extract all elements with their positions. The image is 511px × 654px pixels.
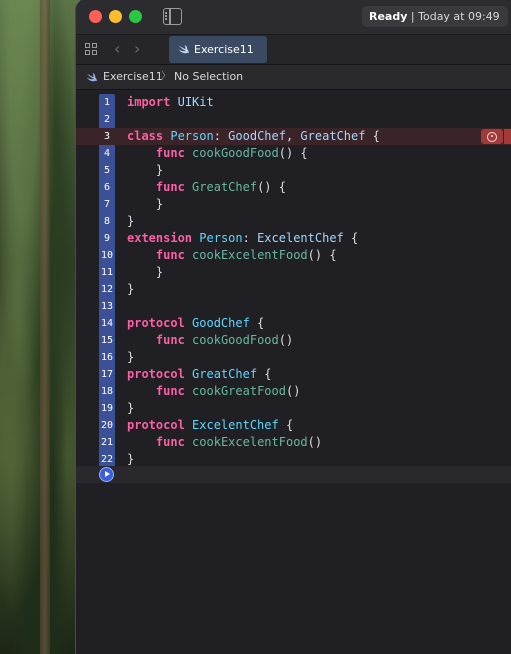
code-text[interactable]: } xyxy=(127,400,134,417)
line-number: 19 xyxy=(100,403,114,414)
code-line[interactable]: 7 } xyxy=(76,196,511,213)
code-text[interactable]: } xyxy=(127,213,134,230)
breadcrumb-chevron-icon: 〉 xyxy=(161,71,171,82)
code-line[interactable]: 10 func cookExcelentFood() { xyxy=(76,247,511,264)
status-time: Today at 09:49 xyxy=(418,10,500,23)
status-state: Ready xyxy=(369,10,408,23)
back-chevron-icon[interactable]: ‹ xyxy=(114,41,120,57)
code-text[interactable]: import UIKit xyxy=(127,94,214,111)
source-editor[interactable]: 1 import UIKit 2 3 class Person: GoodChef, G… xyxy=(76,90,511,654)
code-line[interactable]: 13 xyxy=(76,298,511,315)
line-number: 18 xyxy=(100,386,114,397)
swift-icon xyxy=(178,45,189,54)
code-text[interactable]: } xyxy=(127,196,163,213)
activity-status: Ready | Today at 09:49 xyxy=(362,6,508,27)
jump-bar: Exercise11 〉 No Selection xyxy=(76,65,511,90)
tab-label: Exercise11 xyxy=(194,43,254,56)
line-number: 3 xyxy=(103,131,111,142)
code-text[interactable]: protocol GoodChef { xyxy=(127,315,264,332)
code-text[interactable]: func GreatChef() { xyxy=(127,179,286,196)
code-line[interactable]: 17 protocol GreatChef { xyxy=(76,366,511,383)
close-window-button[interactable] xyxy=(89,10,102,23)
code-text[interactable]: extension Person: ExcelentChef { xyxy=(127,230,358,247)
line-number: 17 xyxy=(100,369,114,380)
line-number: 16 xyxy=(100,352,114,363)
tab-exercise11[interactable]: Exercise11 xyxy=(169,36,267,63)
code-line[interactable]: 20 protocol ExcelentChef { xyxy=(76,417,511,434)
minimize-window-button[interactable] xyxy=(109,10,122,23)
code-line[interactable]: 19} xyxy=(76,400,511,417)
code-line[interactable]: 14 protocol GoodChef { xyxy=(76,315,511,332)
related-items-grid-icon[interactable] xyxy=(85,43,98,56)
code-line[interactable]: 18 func cookGreatFood() xyxy=(76,383,511,400)
line-number: 11 xyxy=(100,267,114,278)
line-number: 6 xyxy=(103,182,111,193)
code-text[interactable]: func cookGreatFood() xyxy=(127,383,301,400)
forward-chevron-icon[interactable]: › xyxy=(134,41,140,57)
swift-file-icon xyxy=(86,73,97,82)
line-number: 15 xyxy=(100,335,114,346)
line-number: 10 xyxy=(100,250,114,261)
code-line[interactable]: 12} xyxy=(76,281,511,298)
line-number: 7 xyxy=(103,199,111,210)
line-number: 21 xyxy=(100,437,114,448)
run-line xyxy=(76,466,511,483)
code-line[interactable]: 6 func GreatChef() { xyxy=(76,179,511,196)
code-text[interactable]: } xyxy=(127,162,163,179)
code-text[interactable]: func cookGoodFood() { xyxy=(127,145,308,162)
code-text[interactable]: protocol GreatChef { xyxy=(127,366,272,383)
code-line[interactable]: 3 class Person: GoodChef, GreatChef { xyxy=(76,128,511,145)
code-text[interactable]: func cookGoodFood() xyxy=(127,332,293,349)
line-number: 5 xyxy=(103,165,111,176)
line-number: 12 xyxy=(100,284,114,295)
code-line[interactable]: 9 extension Person: ExcelentChef { xyxy=(76,230,511,247)
code-text[interactable]: func cookExcelentFood() xyxy=(127,434,322,451)
sidebar-toggle-icon[interactable] xyxy=(163,8,182,25)
tab-bar: ‹ › Exercise11 xyxy=(76,35,511,65)
code-text[interactable]: func cookExcelentFood() { xyxy=(127,247,337,264)
code-text[interactable]: } xyxy=(127,264,163,281)
xcode-window: Ready | Today at 09:49 ‹ › Exercise11 Ex… xyxy=(75,0,511,654)
error-marker-tail xyxy=(504,129,511,144)
code-line[interactable]: 8} xyxy=(76,213,511,230)
line-number: 13 xyxy=(100,301,114,312)
status-separator: | xyxy=(407,10,418,23)
code-text[interactable]: class Person: GoodChef, GreatChef { xyxy=(127,128,380,145)
line-number: 20 xyxy=(100,420,114,431)
line-number: 2 xyxy=(103,114,111,125)
code-line[interactable]: 11 } xyxy=(76,264,511,281)
code-line[interactable]: 21 func cookExcelentFood() xyxy=(76,434,511,451)
status-separator-char: | xyxy=(410,10,415,23)
line-number: 4 xyxy=(103,148,111,159)
code-line[interactable]: 15 func cookGoodFood() xyxy=(76,332,511,349)
line-number: 14 xyxy=(100,318,114,329)
line-number: 8 xyxy=(103,216,111,227)
line-number: 1 xyxy=(103,97,111,108)
desktop-tree-trunk xyxy=(40,0,50,654)
code-line[interactable]: 5 } xyxy=(76,162,511,179)
code-text[interactable]: } xyxy=(127,281,134,298)
code-text[interactable]: protocol ExcelentChef { xyxy=(127,417,293,434)
play-icon[interactable] xyxy=(99,467,114,482)
breadcrumb-file[interactable]: Exercise11 xyxy=(103,65,163,89)
code-line[interactable]: 4 func cookGoodFood() { xyxy=(76,145,511,162)
code-line[interactable]: 16} xyxy=(76,349,511,366)
code-line[interactable]: 2 xyxy=(76,111,511,128)
code-text[interactable]: } xyxy=(127,349,134,366)
title-bar: Ready | Today at 09:49 xyxy=(76,0,511,35)
line-number: 9 xyxy=(103,233,111,244)
error-circle-icon[interactable] xyxy=(481,129,503,144)
code-line[interactable]: 1 import UIKit xyxy=(76,94,511,111)
zoom-window-button[interactable] xyxy=(129,10,142,23)
breadcrumb-selection[interactable]: No Selection xyxy=(174,65,243,89)
